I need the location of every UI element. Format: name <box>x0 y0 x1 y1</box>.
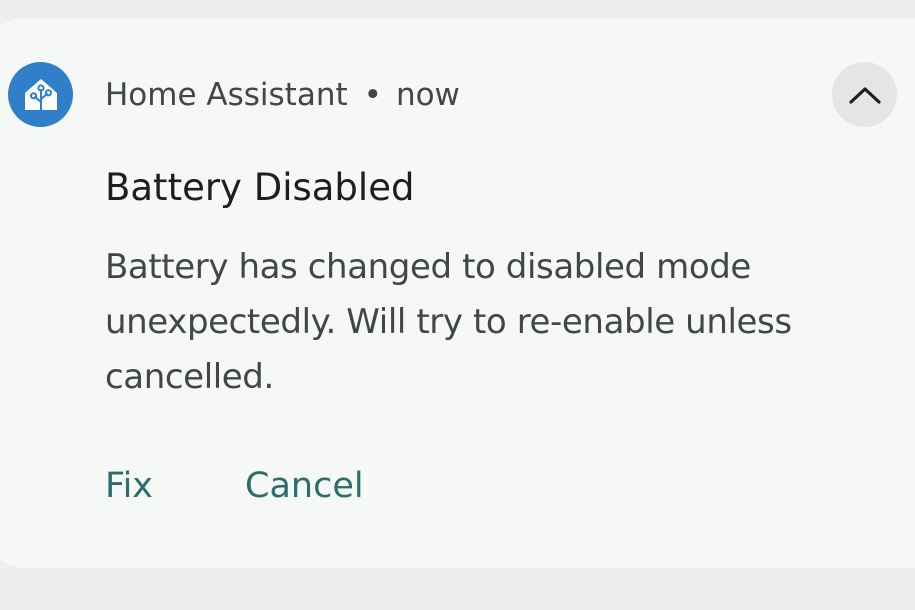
cancel-button[interactable]: Cancel <box>245 462 364 510</box>
chevron-up-icon <box>848 86 881 104</box>
notification-time: now <box>395 77 460 113</box>
app-name: Home Assistant <box>105 77 348 113</box>
notification-actions: Fix Cancel <box>105 462 364 510</box>
collapse-button[interactable] <box>832 62 897 127</box>
notification-title: Battery Disabled <box>105 166 415 209</box>
notification-header: Home Assistant • now <box>105 74 460 116</box>
notification-body: Battery has changed to disabled mode une… <box>105 247 792 397</box>
header-separator: • <box>363 77 382 113</box>
fix-button[interactable]: Fix <box>105 462 153 510</box>
home-assistant-icon <box>8 62 73 127</box>
